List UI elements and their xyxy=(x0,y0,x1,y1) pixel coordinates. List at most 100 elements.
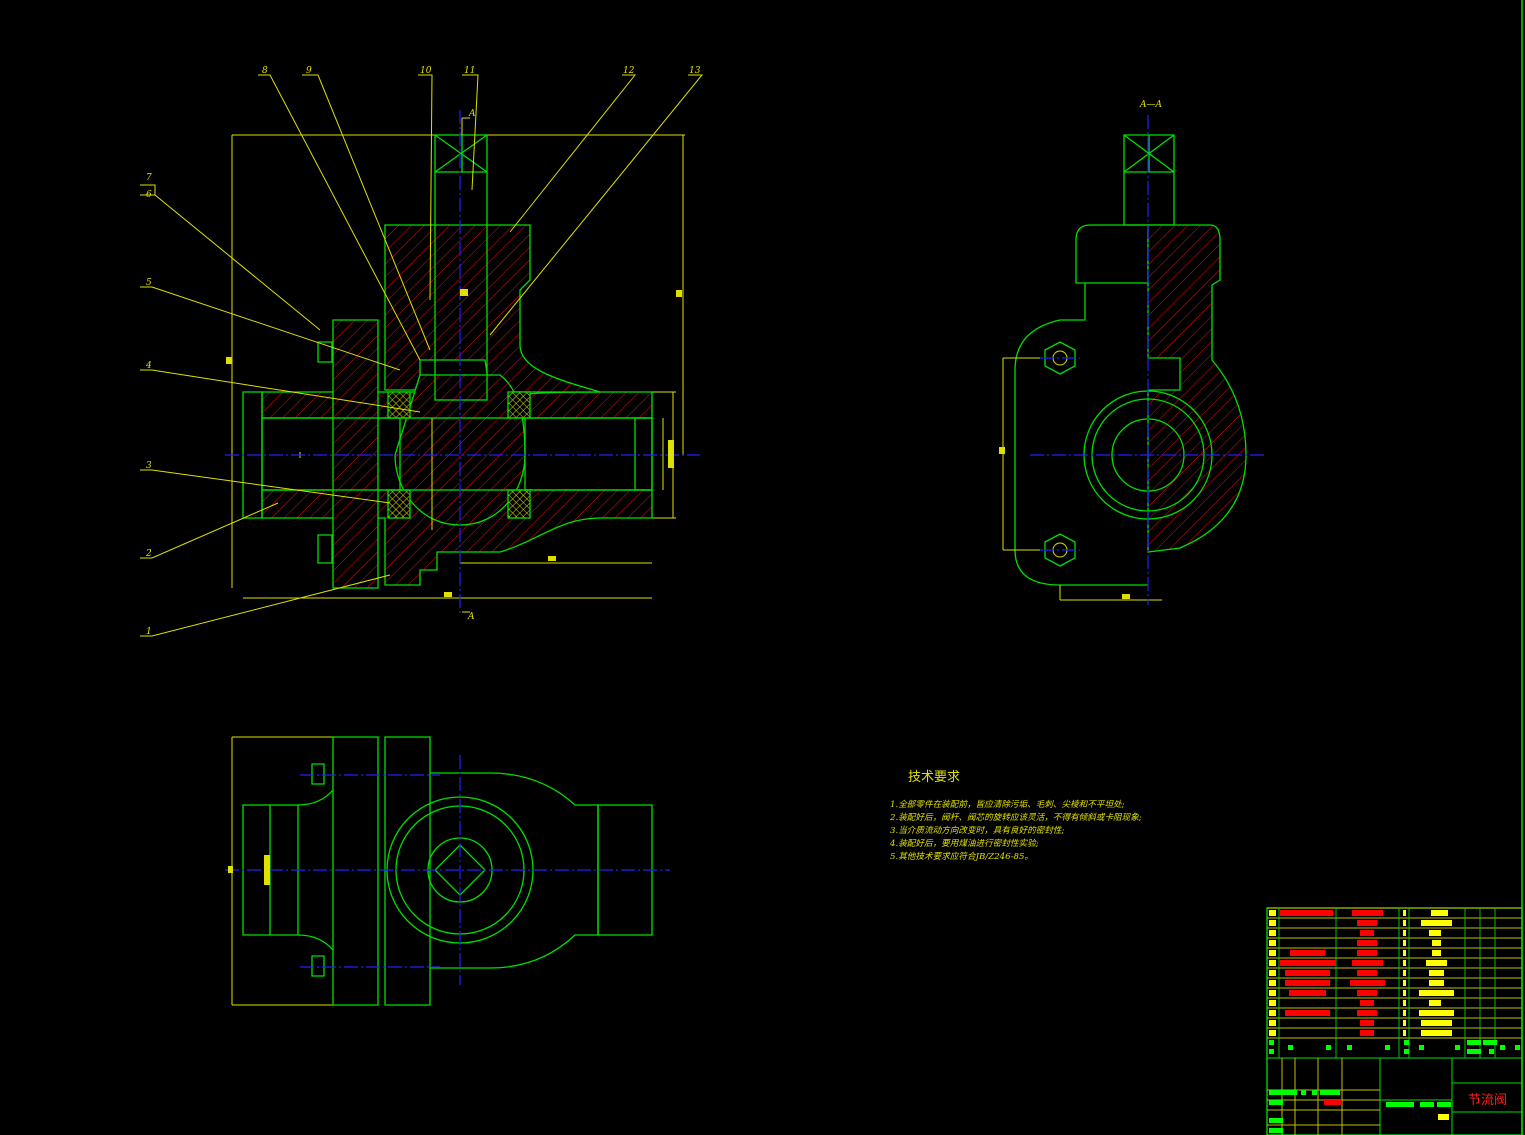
svg-text:A: A xyxy=(467,612,475,622)
title-block-cell xyxy=(1403,1000,1406,1006)
title-block-cell xyxy=(1269,930,1276,936)
title-block-cell xyxy=(1429,970,1444,976)
title-block-cell xyxy=(1289,990,1326,996)
title-block-cell xyxy=(1269,950,1276,956)
title-block-cell xyxy=(1360,1030,1374,1036)
title-block-cell xyxy=(1432,940,1441,946)
title-block-cell xyxy=(1326,1045,1331,1050)
title-block-cell xyxy=(1350,980,1385,986)
svg-text:9: 9 xyxy=(306,66,312,76)
title-block-cell xyxy=(1269,1049,1274,1054)
title-block-cell xyxy=(1426,960,1447,966)
title-block-cell xyxy=(1269,1090,1297,1095)
title-block-cell xyxy=(1483,1040,1497,1045)
title-block-cell xyxy=(1357,990,1377,996)
svg-text:2: 2 xyxy=(145,549,152,559)
title-block-cell xyxy=(1360,930,1374,936)
title-block-cell xyxy=(1269,990,1276,996)
title-block-cell xyxy=(1403,990,1406,996)
part-labels: 1 2 3 4 5 6 7 8 9 10 11 12 13 A A A—A xyxy=(145,66,1162,637)
title-block-cell xyxy=(1347,1045,1352,1050)
svg-text:11: 11 xyxy=(464,66,475,76)
title-block-cell xyxy=(1312,1090,1317,1095)
title-block-cell xyxy=(1352,910,1383,916)
title-block-cell xyxy=(1432,950,1441,956)
title-block-cell xyxy=(1269,1030,1276,1036)
svg-text:3: 3 xyxy=(146,461,152,471)
title-block-cell xyxy=(1280,910,1333,916)
title-block-cell xyxy=(1403,970,1406,976)
title-block-cell xyxy=(1290,950,1325,956)
title-block-cell xyxy=(1269,1128,1283,1133)
title-block-cell xyxy=(1489,1049,1494,1054)
title-block-cell xyxy=(1421,1030,1452,1036)
title-block-cell xyxy=(1269,1118,1283,1123)
svg-text:7: 7 xyxy=(146,173,152,183)
tech-item: 5.其他技术要求应符合JB/Z246-85。 xyxy=(890,852,1034,862)
title-block-cell xyxy=(1419,1045,1424,1050)
title-block-cell xyxy=(1403,930,1406,936)
title-block-cell xyxy=(1421,1020,1452,1026)
side-section-view xyxy=(999,115,1265,605)
title-block-cell xyxy=(1437,1102,1451,1107)
title-block-cell xyxy=(1269,970,1276,976)
svg-text:A—A: A—A xyxy=(1139,100,1162,110)
title-block-cell xyxy=(1403,940,1406,946)
title-block-cell xyxy=(1269,1020,1276,1026)
title-block-cell xyxy=(1269,1010,1276,1016)
title-block-cell xyxy=(1269,1100,1283,1105)
title-block-cell xyxy=(1500,1045,1505,1050)
title-block-cell xyxy=(1429,1000,1441,1006)
svg-text:8: 8 xyxy=(262,66,268,76)
title-block-cell xyxy=(1357,920,1377,926)
title-block-cell xyxy=(1438,1114,1449,1120)
svg-text:5: 5 xyxy=(146,278,152,288)
svg-text:A: A xyxy=(468,109,476,119)
title-block-cell xyxy=(1431,910,1448,916)
title-block-cell xyxy=(1403,980,1406,986)
title-block-cell xyxy=(1455,1045,1460,1050)
title-block-cell xyxy=(1467,1040,1481,1045)
svg-text:4: 4 xyxy=(145,361,152,371)
title-block-cell xyxy=(1403,1030,1406,1036)
svg-text:13: 13 xyxy=(689,66,701,76)
title-block-cell xyxy=(1404,1040,1409,1045)
title-block-cell xyxy=(1403,1010,1406,1016)
title-block-cell xyxy=(1269,910,1276,916)
svg-text:12: 12 xyxy=(623,66,635,76)
svg-text:10: 10 xyxy=(420,66,432,76)
title-block-cell xyxy=(1403,910,1406,916)
title-block-cell xyxy=(1285,980,1330,986)
title-block-cell xyxy=(1285,970,1330,976)
title-block-cell xyxy=(1269,940,1276,946)
tech-item: 1.全部零件在装配前，皆应清除污垢、毛刺、尖棱和不平坦处; xyxy=(890,800,1125,810)
title-block-cell xyxy=(1403,960,1406,966)
title-block-cell xyxy=(1269,1040,1274,1045)
title-block-cell xyxy=(1301,1090,1306,1095)
title-block-cell xyxy=(1515,1045,1520,1050)
title-block-cell xyxy=(1269,920,1276,926)
technical-requirements: 技术要求 1.全部零件在装配前，皆应清除污垢、毛刺、尖棱和不平坦处; 2.装配好… xyxy=(890,766,1142,864)
title-block-cell xyxy=(1419,990,1454,996)
title-block-cell xyxy=(1357,940,1377,946)
title-block-cell xyxy=(1357,970,1377,976)
title-block-cell xyxy=(1429,930,1441,936)
title-block-cell xyxy=(1280,960,1336,966)
title-block-cell xyxy=(1467,1049,1481,1054)
title-block-cell xyxy=(1269,980,1276,986)
title-block-cell xyxy=(1404,1049,1409,1054)
svg-text:6: 6 xyxy=(146,190,152,200)
title-block-cell xyxy=(1357,1010,1377,1016)
title-block-cell xyxy=(1403,1020,1406,1026)
title-block-cell xyxy=(1352,960,1383,966)
title-block-cell xyxy=(1419,1010,1454,1016)
tech-item: 4.装配好后，要用煤油进行密封性实验; xyxy=(890,839,1039,849)
title-block-cell xyxy=(1269,1000,1276,1006)
front-section-view xyxy=(140,74,704,637)
title-block-cell xyxy=(1403,920,1406,926)
drawing-name: 节流阀 xyxy=(1468,1093,1508,1108)
title-block-cell xyxy=(1429,980,1444,986)
title-block-cell xyxy=(1269,960,1276,966)
title-block-cell xyxy=(1360,1020,1374,1026)
svg-text:1: 1 xyxy=(146,627,152,637)
